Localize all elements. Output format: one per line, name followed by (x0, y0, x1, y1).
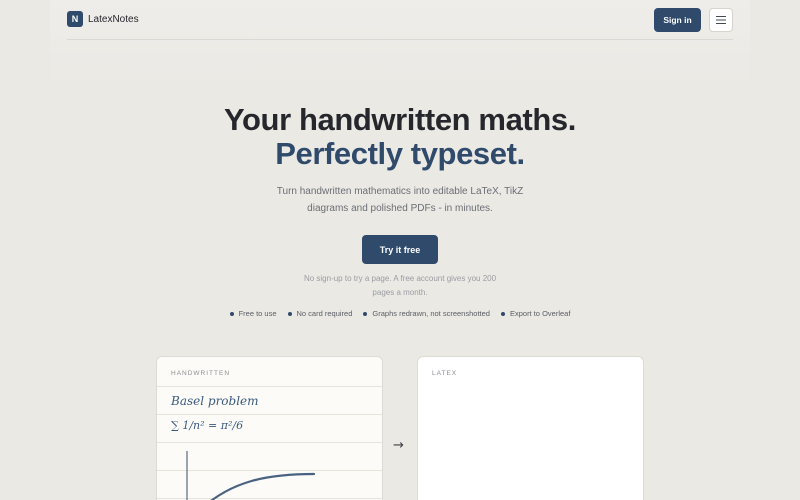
sketch-curve (210, 472, 316, 500)
hero-title: Your handwritten maths. (224, 102, 576, 137)
feature-item: No card required (287, 309, 353, 318)
right-arrow-icon: → (393, 438, 404, 453)
feature-list: Free to use No card required Graphs redr… (0, 309, 800, 318)
bullet-icon (500, 311, 505, 316)
brand-logo[interactable]: N LatexNotes (67, 11, 139, 27)
note-line: pages a month. (372, 288, 428, 297)
latex-card: LATEX (417, 356, 644, 500)
hero-subtitle: Turn handwritten mathematics into editab… (250, 183, 550, 217)
sign-in-button[interactable]: Sign in (654, 8, 701, 32)
feature-label: Free to use (238, 309, 277, 318)
handwritten-card: HANDWRITTEN Basel problem ∑ 1/n² = π²/6 (156, 356, 383, 500)
latex-label: LATEX (432, 370, 458, 377)
hamburger-menu-icon (716, 16, 726, 24)
feature-item: Export to Overleaf (500, 309, 571, 318)
signup-note: No sign-up to try a page. A free account… (285, 272, 515, 300)
menu-button[interactable] (709, 8, 733, 32)
feature-label: Graphs redrawn, not screenshotted (372, 309, 490, 318)
handwritten-graph-sketch (186, 451, 316, 500)
logo-mark: N (67, 11, 83, 27)
brand-name: LatexNotes (88, 13, 139, 25)
feature-item: Free to use (229, 309, 277, 318)
bullet-icon (287, 311, 292, 316)
try-it-free-button[interactable]: Try it free (362, 235, 438, 264)
bullet-icon (363, 311, 368, 316)
bullet-icon (229, 311, 234, 316)
navbar: N LatexNotes Sign in (67, 0, 733, 40)
feature-label: Export to Overleaf (509, 309, 571, 318)
subtitle-line: diagrams and polished PDFs - in minutes. (307, 203, 493, 214)
feature-item: Graphs redrawn, not screenshotted (363, 309, 490, 318)
hero-title-accent: Perfectly typeset. (275, 136, 525, 171)
subtitle-line: Turn handwritten mathematics into editab… (276, 186, 524, 197)
feature-label: No card required (296, 309, 353, 318)
note-line: No sign-up to try a page. A free account… (303, 274, 497, 283)
